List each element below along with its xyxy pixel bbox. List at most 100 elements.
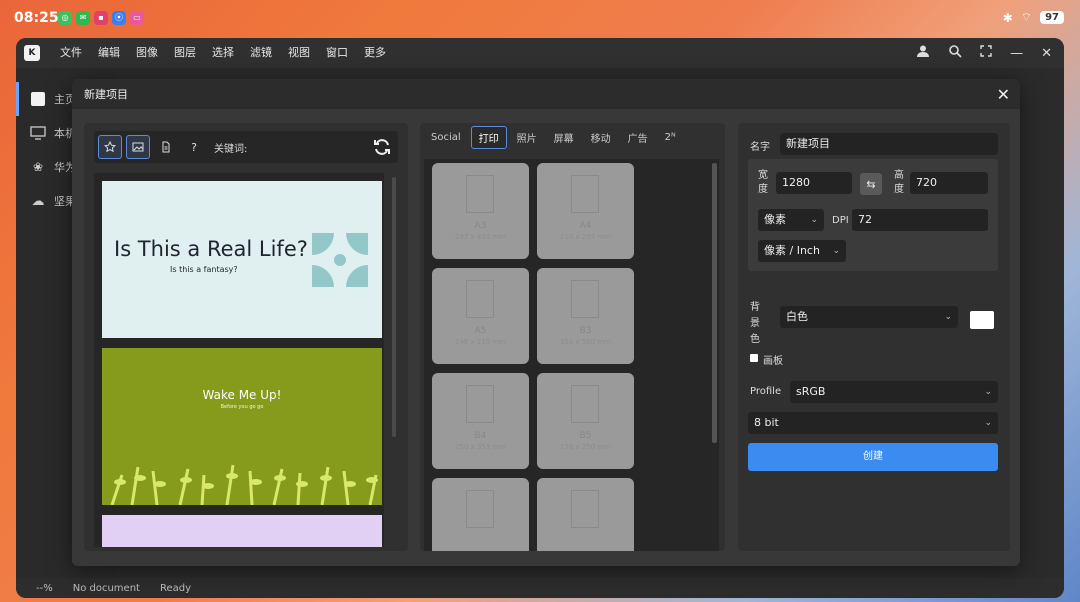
background-color-label: 背景色 <box>750 302 760 345</box>
fullscreen-icon[interactable] <box>980 45 992 61</box>
flower-graphic <box>312 233 368 287</box>
template-list-scrollbar[interactable] <box>392 177 396 437</box>
tab-screen[interactable]: 屏幕 <box>547 127 581 148</box>
tab-power-of-two[interactable]: 2ᴺ <box>658 129 683 146</box>
width-input[interactable]: 1280 <box>776 172 852 194</box>
menu-edit[interactable]: 编辑 <box>90 38 128 68</box>
bit-depth-value: 8 bit <box>754 416 779 429</box>
project-name-input[interactable]: 新建项目 <box>780 133 998 155</box>
swap-icon: ⇆ <box>866 177 876 191</box>
preset-card[interactable] <box>432 478 529 551</box>
templates-panel: ? 关键词: Is This a Real Life? Is this a fa… <box>84 123 408 551</box>
preset-card-a4[interactable]: A4 210 x 297 mm <box>537 163 634 259</box>
menu-file[interactable]: 文件 <box>52 38 90 68</box>
profile-dropdown[interactable]: sRGB ⌄ <box>790 381 998 403</box>
location-icon: ⦿ <box>112 11 126 25</box>
app-notification-icon: ◎ <box>58 11 72 25</box>
document-status: No document <box>72 582 140 594</box>
preset-card-b3[interactable]: B3 353 x 500 mm <box>537 268 634 364</box>
page-shape <box>571 490 599 528</box>
menu-more[interactable]: 更多 <box>356 38 394 68</box>
background-dropdown[interactable]: 白色 ⌄ <box>780 306 958 328</box>
height-input[interactable]: 720 <box>910 172 988 194</box>
dialog-title: 新建项目 <box>84 88 128 101</box>
template-card[interactable] <box>102 515 382 547</box>
preset-card-b5[interactable]: B5 176 x 250 mm <box>537 373 634 469</box>
minimize-icon[interactable]: — <box>1010 46 1023 61</box>
refresh-icon[interactable] <box>372 137 392 160</box>
user-icon[interactable] <box>916 44 930 62</box>
bit-depth-dropdown[interactable]: 8 bit ⌄ <box>748 412 998 434</box>
image-filter-button[interactable] <box>126 135 150 159</box>
create-button[interactable]: 创建 <box>748 443 998 471</box>
page-shape <box>466 490 494 528</box>
page-shape <box>466 385 494 423</box>
dpi-input[interactable]: 72 <box>852 209 988 231</box>
wechat-icon: ✉ <box>76 11 90 25</box>
artboard-checkbox[interactable] <box>750 354 758 362</box>
star-icon <box>104 141 116 153</box>
cloud-icon: ☁ <box>31 193 45 209</box>
clock: 08:25 <box>14 10 59 26</box>
chevron-down-icon: ⌄ <box>810 215 818 225</box>
templates-toolbar: ? 关键词: <box>94 131 398 163</box>
preset-dimensions: 250 x 353 mm <box>454 443 507 451</box>
app-notification-icon: ▪ <box>94 11 108 25</box>
menu-layer[interactable]: 图层 <box>166 38 204 68</box>
tab-mobile[interactable]: 移动 <box>584 127 618 148</box>
ready-status: Ready <box>159 582 191 594</box>
chevron-down-icon: ⌄ <box>984 387 992 397</box>
dialog-close-icon[interactable]: ✕ <box>997 85 1010 104</box>
preset-dimensions: 353 x 500 mm <box>559 338 612 346</box>
properties-panel: 名字 新建项目 宽度 1280 ⇆ 高度 720 像素 ⌄ DPI 72 像素 /… <box>738 123 1010 551</box>
tab-photo[interactable]: 照片 <box>510 127 544 148</box>
resolution-unit-value: 像素 / Inch <box>764 244 820 257</box>
preset-name: A3 <box>474 221 487 231</box>
height-label: 高度 <box>894 170 904 195</box>
preset-name: A4 <box>579 221 592 231</box>
app-logo: K <box>24 45 40 61</box>
favorites-filter-button[interactable] <box>98 135 122 159</box>
profile-value: sRGB <box>796 385 826 398</box>
page-shape <box>466 280 494 318</box>
page-shape <box>466 175 494 213</box>
menu-select[interactable]: 选择 <box>204 38 242 68</box>
resolution-unit-dropdown[interactable]: 像素 / Inch ⌄ <box>758 240 846 262</box>
unit-value: 像素 <box>764 213 786 226</box>
dimensions-group: 宽度 1280 ⇆ 高度 720 像素 ⌄ DPI 72 像素 / Inch ⌄ <box>748 159 998 271</box>
menu-image[interactable]: 图像 <box>128 38 166 68</box>
page-shape <box>571 385 599 423</box>
tab-print[interactable]: 打印 <box>470 125 507 149</box>
dialog-body: ? 关键词: Is This a Real Life? Is this a fa… <box>72 109 1020 566</box>
document-filter-button[interactable] <box>154 135 178 159</box>
template-card[interactable]: Wake Me Up! Before you go go <box>102 348 382 505</box>
artboard-label: 画板 <box>763 356 783 367</box>
new-project-dialog: 新建项目 ✕ ? 关键词: Is This a Real Life? Is th… <box>72 79 1020 566</box>
background-value: 白色 <box>786 310 808 323</box>
tab-social[interactable]: Social <box>424 129 468 146</box>
preset-card-a5[interactable]: A5 148 x 210 mm <box>432 268 529 364</box>
template-card[interactable]: Is This a Real Life? Is this a fantasy? <box>102 181 382 338</box>
window-controls: — ✕ <box>916 38 1052 68</box>
background-color-swatch[interactable] <box>970 311 994 329</box>
menu-filter[interactable]: 滤镜 <box>242 38 280 68</box>
preset-dimensions: 176 x 250 mm <box>559 443 612 451</box>
monitor-icon <box>30 125 46 141</box>
help-button[interactable]: ? <box>182 135 206 159</box>
unit-dropdown[interactable]: 像素 ⌄ <box>758 209 824 231</box>
search-icon[interactable] <box>948 44 962 62</box>
preset-grid: A3 297 x 420 mm A4 210 x 297 mm A5 148 x… <box>424 159 719 551</box>
swap-dimensions-button[interactable]: ⇆ <box>860 173 882 195</box>
preset-name: B4 <box>474 431 487 441</box>
menu-window[interactable]: 窗口 <box>318 38 356 68</box>
preset-card-a3[interactable]: A3 297 x 420 mm <box>432 163 529 259</box>
menu-view[interactable]: 视图 <box>280 38 318 68</box>
preset-card-b4[interactable]: B4 250 x 353 mm <box>432 373 529 469</box>
preset-card[interactable] <box>537 478 634 551</box>
device-status-bar: 08:25 ◎ ✉ ▪ ⦿ ▭ ✱ ⌔ 97 <box>0 0 1080 36</box>
preset-grid-scrollbar[interactable] <box>712 163 717 443</box>
name-label: 名字 <box>750 142 770 153</box>
close-icon[interactable]: ✕ <box>1041 46 1052 61</box>
page-shape <box>571 280 599 318</box>
tab-ads[interactable]: 广告 <box>621 127 655 148</box>
